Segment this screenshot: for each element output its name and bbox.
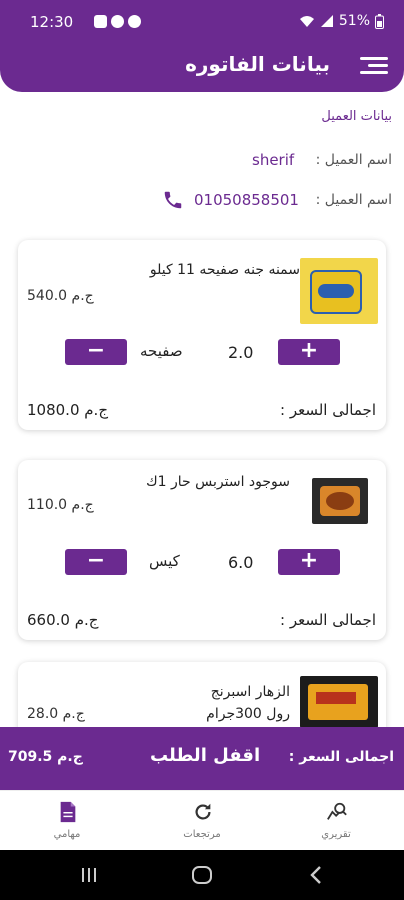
order-total-label: اجمالى السعر : — [288, 749, 394, 765]
app-bar: بيانات الفاتوره — [0, 44, 404, 92]
messenger-icon — [128, 15, 141, 28]
back-icon[interactable] — [308, 865, 324, 885]
customer-phone-label: اسم العميل : — [315, 192, 392, 208]
nav-label: تقريري — [321, 829, 351, 840]
item-total-value: 660.0 ج.م — [27, 611, 99, 629]
facebook-icon — [111, 15, 124, 28]
notification-icons — [94, 15, 141, 28]
bottom-navigation: تقريري مرتجعات مهامي — [0, 790, 404, 850]
customer-name-label: اسم العميل : — [315, 152, 392, 168]
product-name: الزهار اسبرنج — [210, 684, 290, 700]
product-name: سمنه جنه صفيحه 11 كيلو — [149, 262, 300, 278]
battery-icon — [375, 13, 384, 29]
product-image — [300, 258, 378, 324]
customer-section-label: بيانات العميل — [321, 109, 392, 124]
order-item-card: سمنه جنه صفيحه 11 كيلو 540.0 ج.م + 2.0 ص… — [18, 240, 386, 430]
item-total-value: 1080.0 ج.م — [27, 401, 109, 419]
nav-item-reports[interactable]: تقريري — [276, 791, 396, 851]
menu-icon — [360, 57, 388, 60]
product-name: سوجود استربس حار 1ك — [146, 474, 290, 490]
status-right: 51% — [299, 13, 384, 29]
phone-icon[interactable] — [162, 189, 184, 211]
menu-button[interactable] — [360, 54, 388, 78]
unit-price: 110.0 ج.م — [27, 497, 94, 513]
close-order-button[interactable]: اقفل الطلب — [150, 745, 260, 766]
nav-label: مهامي — [53, 829, 81, 840]
home-icon[interactable] — [191, 865, 213, 885]
product-image — [312, 478, 368, 524]
nav-item-tasks[interactable]: مهامي — [7, 791, 127, 851]
increase-quantity-button[interactable]: + — [278, 549, 340, 575]
unit-price: 28.0 ج.م — [27, 706, 85, 722]
nav-item-returns[interactable]: مرتجعات — [142, 791, 262, 851]
status-bar: 12:30 51% — [0, 0, 404, 44]
page-title: بيانات الفاتوره — [185, 52, 330, 76]
gallery-icon — [94, 15, 107, 28]
signal-icon — [320, 15, 333, 27]
report-search-icon — [327, 802, 347, 820]
decrease-quantity-button[interactable]: − — [65, 549, 127, 575]
quantity-value: 2.0 — [228, 343, 254, 362]
menu-icon-line — [368, 64, 388, 67]
menu-icon-line — [360, 71, 388, 74]
product-name-line2: رول 300جرام — [206, 706, 290, 722]
product-image — [300, 676, 378, 728]
unit-label: صفيحه — [140, 342, 183, 360]
battery-percent: 51% — [338, 13, 370, 29]
wifi-icon — [299, 16, 314, 27]
unit-label: كيس — [149, 552, 180, 570]
order-total-value: 709.5 ج.م — [8, 749, 83, 765]
document-icon — [60, 801, 76, 823]
recent-apps-icon[interactable] — [80, 866, 98, 884]
unit-price: 540.0 ج.م — [27, 288, 94, 304]
customer-phone-value[interactable]: 01050858501 — [194, 191, 299, 209]
item-total-label: اجمالى السعر : — [280, 611, 376, 629]
order-item-card: سوجود استربس حار 1ك 110.0 ج.م + 6.0 كيس … — [18, 460, 386, 640]
nav-label: مرتجعات — [183, 829, 221, 840]
item-total-label: اجمالى السعر : — [280, 401, 376, 419]
refresh-icon — [195, 803, 211, 820]
quantity-value: 6.0 — [228, 553, 254, 572]
customer-name-value: sherif — [252, 151, 295, 169]
increase-quantity-button[interactable]: + — [278, 339, 340, 365]
order-total-bar: اجمالى السعر : اقفل الطلب 709.5 ج.م — [0, 727, 404, 790]
system-navigation-bar — [0, 850, 404, 900]
status-time: 12:30 — [30, 13, 74, 31]
decrease-quantity-button[interactable]: − — [65, 339, 127, 365]
